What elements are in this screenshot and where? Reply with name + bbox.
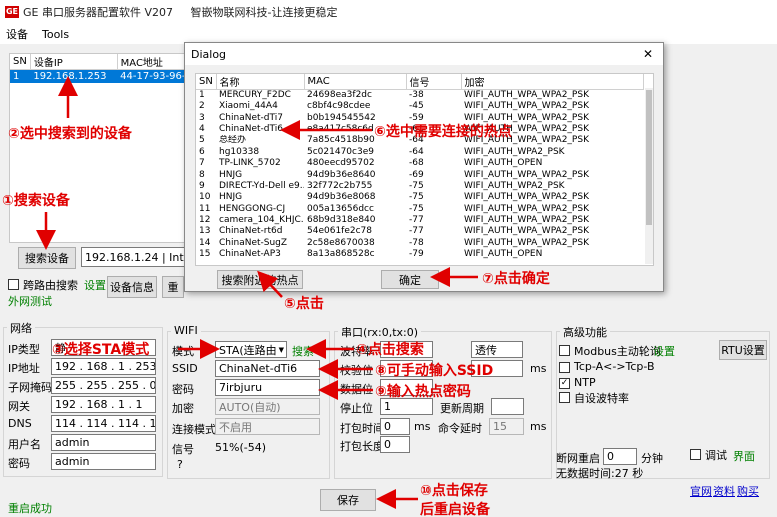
annotation-10-line1: ⑩点击保存 [420, 483, 488, 499]
annotation-6: ⑥选中需要连接的热点 [374, 124, 512, 140]
annotation-8: ⑧可手动输入SSID [375, 363, 494, 379]
annotation-3: ③选择STA模式 [52, 342, 150, 358]
arrow-5 [257, 270, 283, 298]
annotation-9: ⑨输入热点密码 [375, 384, 471, 400]
annotation-2: ②选中搜索到的设备 [8, 126, 132, 142]
annotation-7: ⑦点击确定 [482, 271, 550, 287]
annotation-5: ⑤点击 [284, 296, 324, 312]
annotation-1: ①搜索设备 [2, 193, 70, 209]
annotation-arrows [36, 76, 478, 509]
annotation-4: ④点击搜索 [356, 342, 424, 358]
annotation-10-line2: 后重启设备 [420, 502, 490, 517]
